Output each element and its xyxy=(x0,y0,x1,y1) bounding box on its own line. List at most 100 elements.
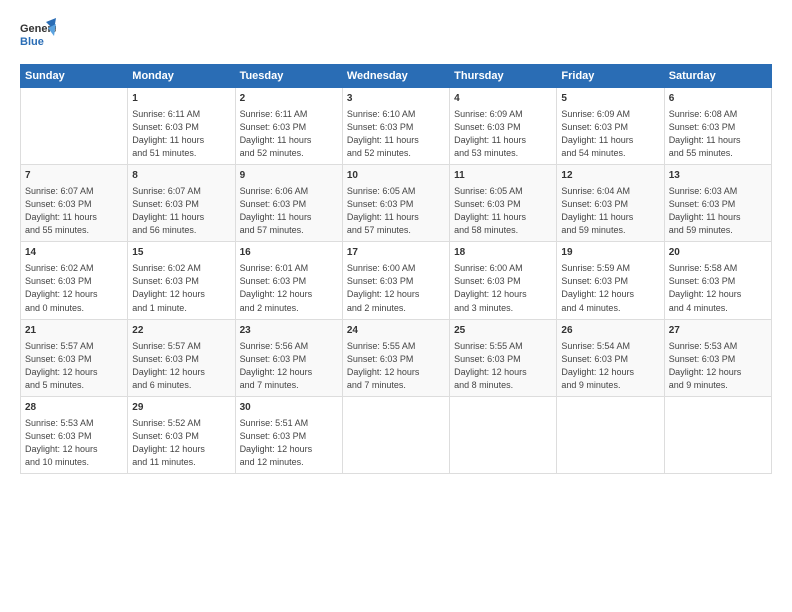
day-number: 14 xyxy=(25,246,123,260)
calendar-cell: 1 Sunrise: 6:11 AM Sunset: 6:03 PM Daylig… xyxy=(128,88,235,165)
day-number: 17 xyxy=(347,246,445,260)
day-number: 27 xyxy=(669,324,767,338)
week-row-3: 21 Sunrise: 5:57 AM Sunset: 6:03 PM Dayli… xyxy=(21,319,772,396)
day-number: 6 xyxy=(669,92,767,106)
cell-info: Sunrise: 5:52 AM Sunset: 6:03 PM Dayligh… xyxy=(132,417,230,469)
cell-info: Sunrise: 6:02 AM Sunset: 6:03 PM Dayligh… xyxy=(25,262,123,314)
calendar-body: 1 Sunrise: 6:11 AM Sunset: 6:03 PM Daylig… xyxy=(21,88,772,474)
logo-icon: GeneralBlue xyxy=(20,18,56,54)
cell-info: Sunrise: 5:59 AM Sunset: 6:03 PM Dayligh… xyxy=(561,262,659,314)
calendar-cell: 7 Sunrise: 6:07 AM Sunset: 6:03 PM Daylig… xyxy=(21,165,128,242)
day-number: 30 xyxy=(240,401,338,415)
day-number: 23 xyxy=(240,324,338,338)
calendar-cell xyxy=(450,396,557,473)
calendar-cell: 17 Sunrise: 6:00 AM Sunset: 6:03 PM Dayli… xyxy=(342,242,449,319)
calendar-cell xyxy=(664,396,771,473)
calendar-cell: 3Sunrise: 6:10 AM Sunset: 6:03 PM Daylig… xyxy=(342,88,449,165)
day-number: 12 xyxy=(561,169,659,183)
header-row: SundayMondayTuesdayWednesdayThursdayFrid… xyxy=(21,65,772,88)
cell-info: Sunrise: 5:57 AM Sunset: 6:03 PM Dayligh… xyxy=(25,340,123,392)
day-number: 5 xyxy=(561,92,659,106)
cell-info: Sunrise: 6:00 AM Sunset: 6:03 PM Dayligh… xyxy=(347,262,445,314)
day-number: 8 xyxy=(132,169,230,183)
cell-info: Sunrise: 6:03 AM Sunset: 6:03 PM Dayligh… xyxy=(669,185,767,237)
header: GeneralBlue xyxy=(20,18,772,54)
cell-info: Sunrise: 5:53 AM Sunset: 6:03 PM Dayligh… xyxy=(25,417,123,469)
calendar-cell: 4 Sunrise: 6:09 AM Sunset: 6:03 PM Daylig… xyxy=(450,88,557,165)
calendar-cell xyxy=(342,396,449,473)
calendar-cell: 19 Sunrise: 5:59 AM Sunset: 6:03 PM Dayli… xyxy=(557,242,664,319)
cell-info: Sunrise: 5:58 AM Sunset: 6:03 PM Dayligh… xyxy=(669,262,767,314)
calendar-cell: 22Sunrise: 5:57 AM Sunset: 6:03 PM Dayli… xyxy=(128,319,235,396)
calendar-cell: 14 Sunrise: 6:02 AM Sunset: 6:03 PM Dayli… xyxy=(21,242,128,319)
calendar-cell: 16Sunrise: 6:01 AM Sunset: 6:03 PM Dayli… xyxy=(235,242,342,319)
day-number: 25 xyxy=(454,324,552,338)
cell-info: Sunrise: 5:53 AM Sunset: 6:03 PM Dayligh… xyxy=(669,340,767,392)
cell-info: Sunrise: 6:00 AM Sunset: 6:03 PM Dayligh… xyxy=(454,262,552,314)
day-number: 21 xyxy=(25,324,123,338)
header-cell-monday: Monday xyxy=(128,65,235,88)
logo: GeneralBlue xyxy=(20,18,56,54)
calendar-cell: 12 Sunrise: 6:04 AM Sunset: 6:03 PM Dayli… xyxy=(557,165,664,242)
cell-info: Sunrise: 6:01 AM Sunset: 6:03 PM Dayligh… xyxy=(240,262,338,314)
calendar-cell: 18 Sunrise: 6:00 AM Sunset: 6:03 PM Dayli… xyxy=(450,242,557,319)
cell-info: Sunrise: 6:11 AM Sunset: 6:03 PM Dayligh… xyxy=(132,108,230,160)
day-number: 19 xyxy=(561,246,659,260)
header-cell-thursday: Thursday xyxy=(450,65,557,88)
cell-info: Sunrise: 5:55 AM Sunset: 6:03 PM Dayligh… xyxy=(347,340,445,392)
calendar-cell: 23Sunrise: 5:56 AM Sunset: 6:03 PM Dayli… xyxy=(235,319,342,396)
cell-info: Sunrise: 6:09 AM Sunset: 6:03 PM Dayligh… xyxy=(454,108,552,160)
calendar-cell xyxy=(21,88,128,165)
day-number: 22 xyxy=(132,324,230,338)
cell-info: Sunrise: 6:05 AM Sunset: 6:03 PM Dayligh… xyxy=(347,185,445,237)
calendar-cell: 6 Sunrise: 6:08 AM Sunset: 6:03 PM Daylig… xyxy=(664,88,771,165)
day-number: 26 xyxy=(561,324,659,338)
cell-info: Sunrise: 6:07 AM Sunset: 6:03 PM Dayligh… xyxy=(132,185,230,237)
header-cell-tuesday: Tuesday xyxy=(235,65,342,88)
day-number: 29 xyxy=(132,401,230,415)
cell-info: Sunrise: 6:11 AM Sunset: 6:03 PM Dayligh… xyxy=(240,108,338,160)
calendar-table: SundayMondayTuesdayWednesdayThursdayFrid… xyxy=(20,64,772,474)
calendar-cell: 20 Sunrise: 5:58 AM Sunset: 6:03 PM Dayli… xyxy=(664,242,771,319)
calendar-cell: 25Sunrise: 5:55 AM Sunset: 6:03 PM Dayli… xyxy=(450,319,557,396)
cell-info: Sunrise: 6:04 AM Sunset: 6:03 PM Dayligh… xyxy=(561,185,659,237)
calendar-cell: 24 Sunrise: 5:55 AM Sunset: 6:03 PM Dayli… xyxy=(342,319,449,396)
calendar-cell: 2 Sunrise: 6:11 AM Sunset: 6:03 PM Daylig… xyxy=(235,88,342,165)
day-number: 13 xyxy=(669,169,767,183)
cell-info: Sunrise: 6:06 AM Sunset: 6:03 PM Dayligh… xyxy=(240,185,338,237)
page: GeneralBlue SundayMondayTuesdayWednesday… xyxy=(0,0,792,612)
header-cell-sunday: Sunday xyxy=(21,65,128,88)
day-number: 28 xyxy=(25,401,123,415)
calendar-cell: 11 Sunrise: 6:05 AM Sunset: 6:03 PM Dayli… xyxy=(450,165,557,242)
day-number: 20 xyxy=(669,246,767,260)
day-number: 2 xyxy=(240,92,338,106)
day-number: 24 xyxy=(347,324,445,338)
calendar-cell: 26 Sunrise: 5:54 AM Sunset: 6:03 PM Dayli… xyxy=(557,319,664,396)
calendar-cell: 5Sunrise: 6:09 AM Sunset: 6:03 PM Daylig… xyxy=(557,88,664,165)
cell-info: Sunrise: 6:10 AM Sunset: 6:03 PM Dayligh… xyxy=(347,108,445,160)
calendar-cell xyxy=(557,396,664,473)
week-row-4: 28 Sunrise: 5:53 AM Sunset: 6:03 PM Dayli… xyxy=(21,396,772,473)
week-row-1: 7 Sunrise: 6:07 AM Sunset: 6:03 PM Daylig… xyxy=(21,165,772,242)
day-number: 11 xyxy=(454,169,552,183)
cell-info: Sunrise: 5:54 AM Sunset: 6:03 PM Dayligh… xyxy=(561,340,659,392)
calendar-header: SundayMondayTuesdayWednesdayThursdayFrid… xyxy=(21,65,772,88)
cell-info: Sunrise: 5:51 AM Sunset: 6:03 PM Dayligh… xyxy=(240,417,338,469)
day-number: 7 xyxy=(25,169,123,183)
svg-text:Blue: Blue xyxy=(20,36,44,48)
cell-info: Sunrise: 6:02 AM Sunset: 6:03 PM Dayligh… xyxy=(132,262,230,314)
cell-info: Sunrise: 6:07 AM Sunset: 6:03 PM Dayligh… xyxy=(25,185,123,237)
day-number: 4 xyxy=(454,92,552,106)
calendar-cell: 13 Sunrise: 6:03 AM Sunset: 6:03 PM Dayli… xyxy=(664,165,771,242)
day-number: 10 xyxy=(347,169,445,183)
day-number: 15 xyxy=(132,246,230,260)
header-cell-friday: Friday xyxy=(557,65,664,88)
cell-info: Sunrise: 6:05 AM Sunset: 6:03 PM Dayligh… xyxy=(454,185,552,237)
week-row-2: 14 Sunrise: 6:02 AM Sunset: 6:03 PM Dayli… xyxy=(21,242,772,319)
week-row-0: 1 Sunrise: 6:11 AM Sunset: 6:03 PM Daylig… xyxy=(21,88,772,165)
calendar-cell: 27 Sunrise: 5:53 AM Sunset: 6:03 PM Dayli… xyxy=(664,319,771,396)
calendar-cell: 9Sunrise: 6:06 AM Sunset: 6:03 PM Daylig… xyxy=(235,165,342,242)
cell-info: Sunrise: 6:08 AM Sunset: 6:03 PM Dayligh… xyxy=(669,108,767,160)
day-number: 1 xyxy=(132,92,230,106)
day-number: 18 xyxy=(454,246,552,260)
